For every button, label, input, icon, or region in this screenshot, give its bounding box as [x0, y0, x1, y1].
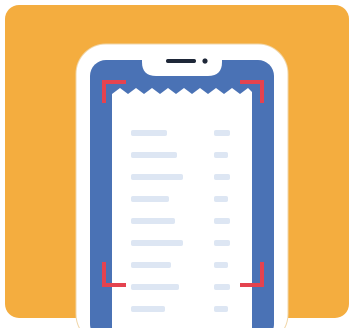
camera-dot-icon	[202, 58, 208, 64]
receipt-icon	[112, 88, 252, 328]
receipt-scan-illustration	[75, 43, 289, 328]
speaker-bar-icon	[166, 59, 196, 63]
illustration-stage	[0, 0, 354, 328]
